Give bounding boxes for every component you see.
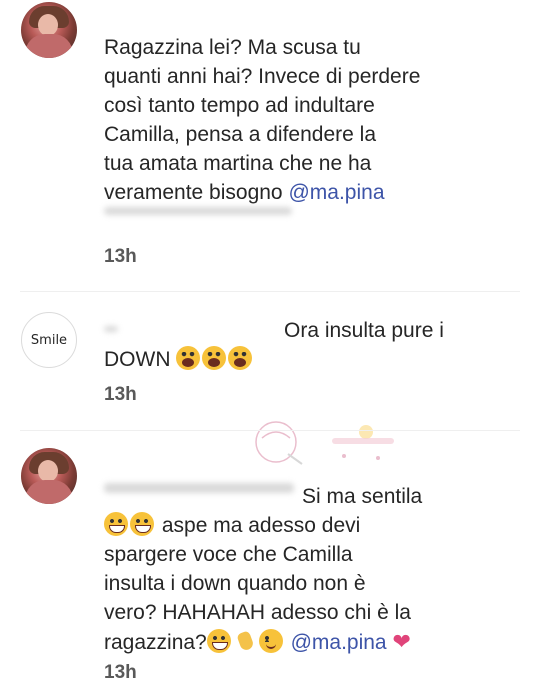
comment-timestamp: 13h bbox=[104, 662, 137, 683]
grinning-face-icon bbox=[104, 512, 128, 536]
divider bbox=[20, 291, 520, 292]
comment-line: tua amata martina che ne ha bbox=[104, 152, 372, 175]
comment-line: Si ma sentila bbox=[302, 485, 423, 508]
comment-line: Ragazzina lei? Ma scusa tu bbox=[104, 36, 361, 59]
user-avatar[interactable]: Smile bbox=[21, 312, 77, 368]
screaming-face-icon bbox=[176, 346, 201, 370]
comment-line-text: veramente bisogno bbox=[104, 181, 283, 204]
comment-line: insulta i down quando non è bbox=[104, 572, 366, 595]
comment-timestamp: 13h bbox=[104, 384, 137, 405]
comment-line: spargere voce che Camilla bbox=[104, 543, 353, 566]
comment-line-text: aspe ma adesso devi bbox=[161, 514, 361, 537]
grinning-face-icon bbox=[206, 629, 231, 653]
comment-text: Si ma sentila bbox=[302, 482, 422, 511]
comment-text: Ragazzina lei? Ma scusa tu quanti anni h… bbox=[104, 33, 524, 207]
redacted-username bbox=[104, 207, 292, 215]
comment-text: Ora insulta pure i bbox=[284, 316, 444, 345]
user-avatar[interactable] bbox=[21, 2, 77, 58]
heart-icon: ❤ bbox=[392, 629, 411, 654]
avatar-logo-text: Smile bbox=[30, 332, 68, 348]
comment-line: vero? HAHAHAH adesso chi è la bbox=[104, 601, 411, 624]
comment-timestamp: 13h bbox=[104, 246, 137, 267]
user-avatar[interactable] bbox=[21, 448, 77, 504]
comment-line: DOWN bbox=[104, 348, 171, 371]
redacted-username bbox=[104, 483, 294, 493]
redacted-username bbox=[104, 326, 118, 332]
comment-line: ragazzina? @ma.pina ❤ bbox=[104, 627, 524, 657]
mention-link[interactable]: @ma.pina bbox=[291, 631, 387, 654]
screaming-face-icon bbox=[202, 346, 227, 370]
comment-text: aspe ma adesso devi spargere voce che Ca… bbox=[104, 511, 524, 657]
comment-line: Ora insulta pure i bbox=[284, 319, 444, 342]
mention-link[interactable]: @ma.pina bbox=[288, 181, 384, 204]
comment-line: quanti anni hai? Invece di perdere bbox=[104, 65, 421, 88]
winking-face-icon bbox=[258, 629, 283, 653]
comment-text: DOWN bbox=[104, 345, 254, 374]
comment-line: Camilla, pensa a difendere la bbox=[104, 123, 376, 146]
waving-hand-icon bbox=[233, 629, 257, 653]
comment-line: veramente bisogno @ma.pina bbox=[104, 178, 524, 207]
screaming-face-icon bbox=[228, 346, 253, 370]
grinning-face-icon bbox=[130, 512, 154, 536]
comment-line: aspe ma adesso devi bbox=[104, 511, 524, 540]
comment-line-text: ragazzina? bbox=[104, 631, 207, 654]
divider bbox=[20, 430, 520, 431]
watermark-logo bbox=[255, 421, 394, 465]
comment-line: così tanto tempo ad indultare bbox=[104, 94, 375, 117]
